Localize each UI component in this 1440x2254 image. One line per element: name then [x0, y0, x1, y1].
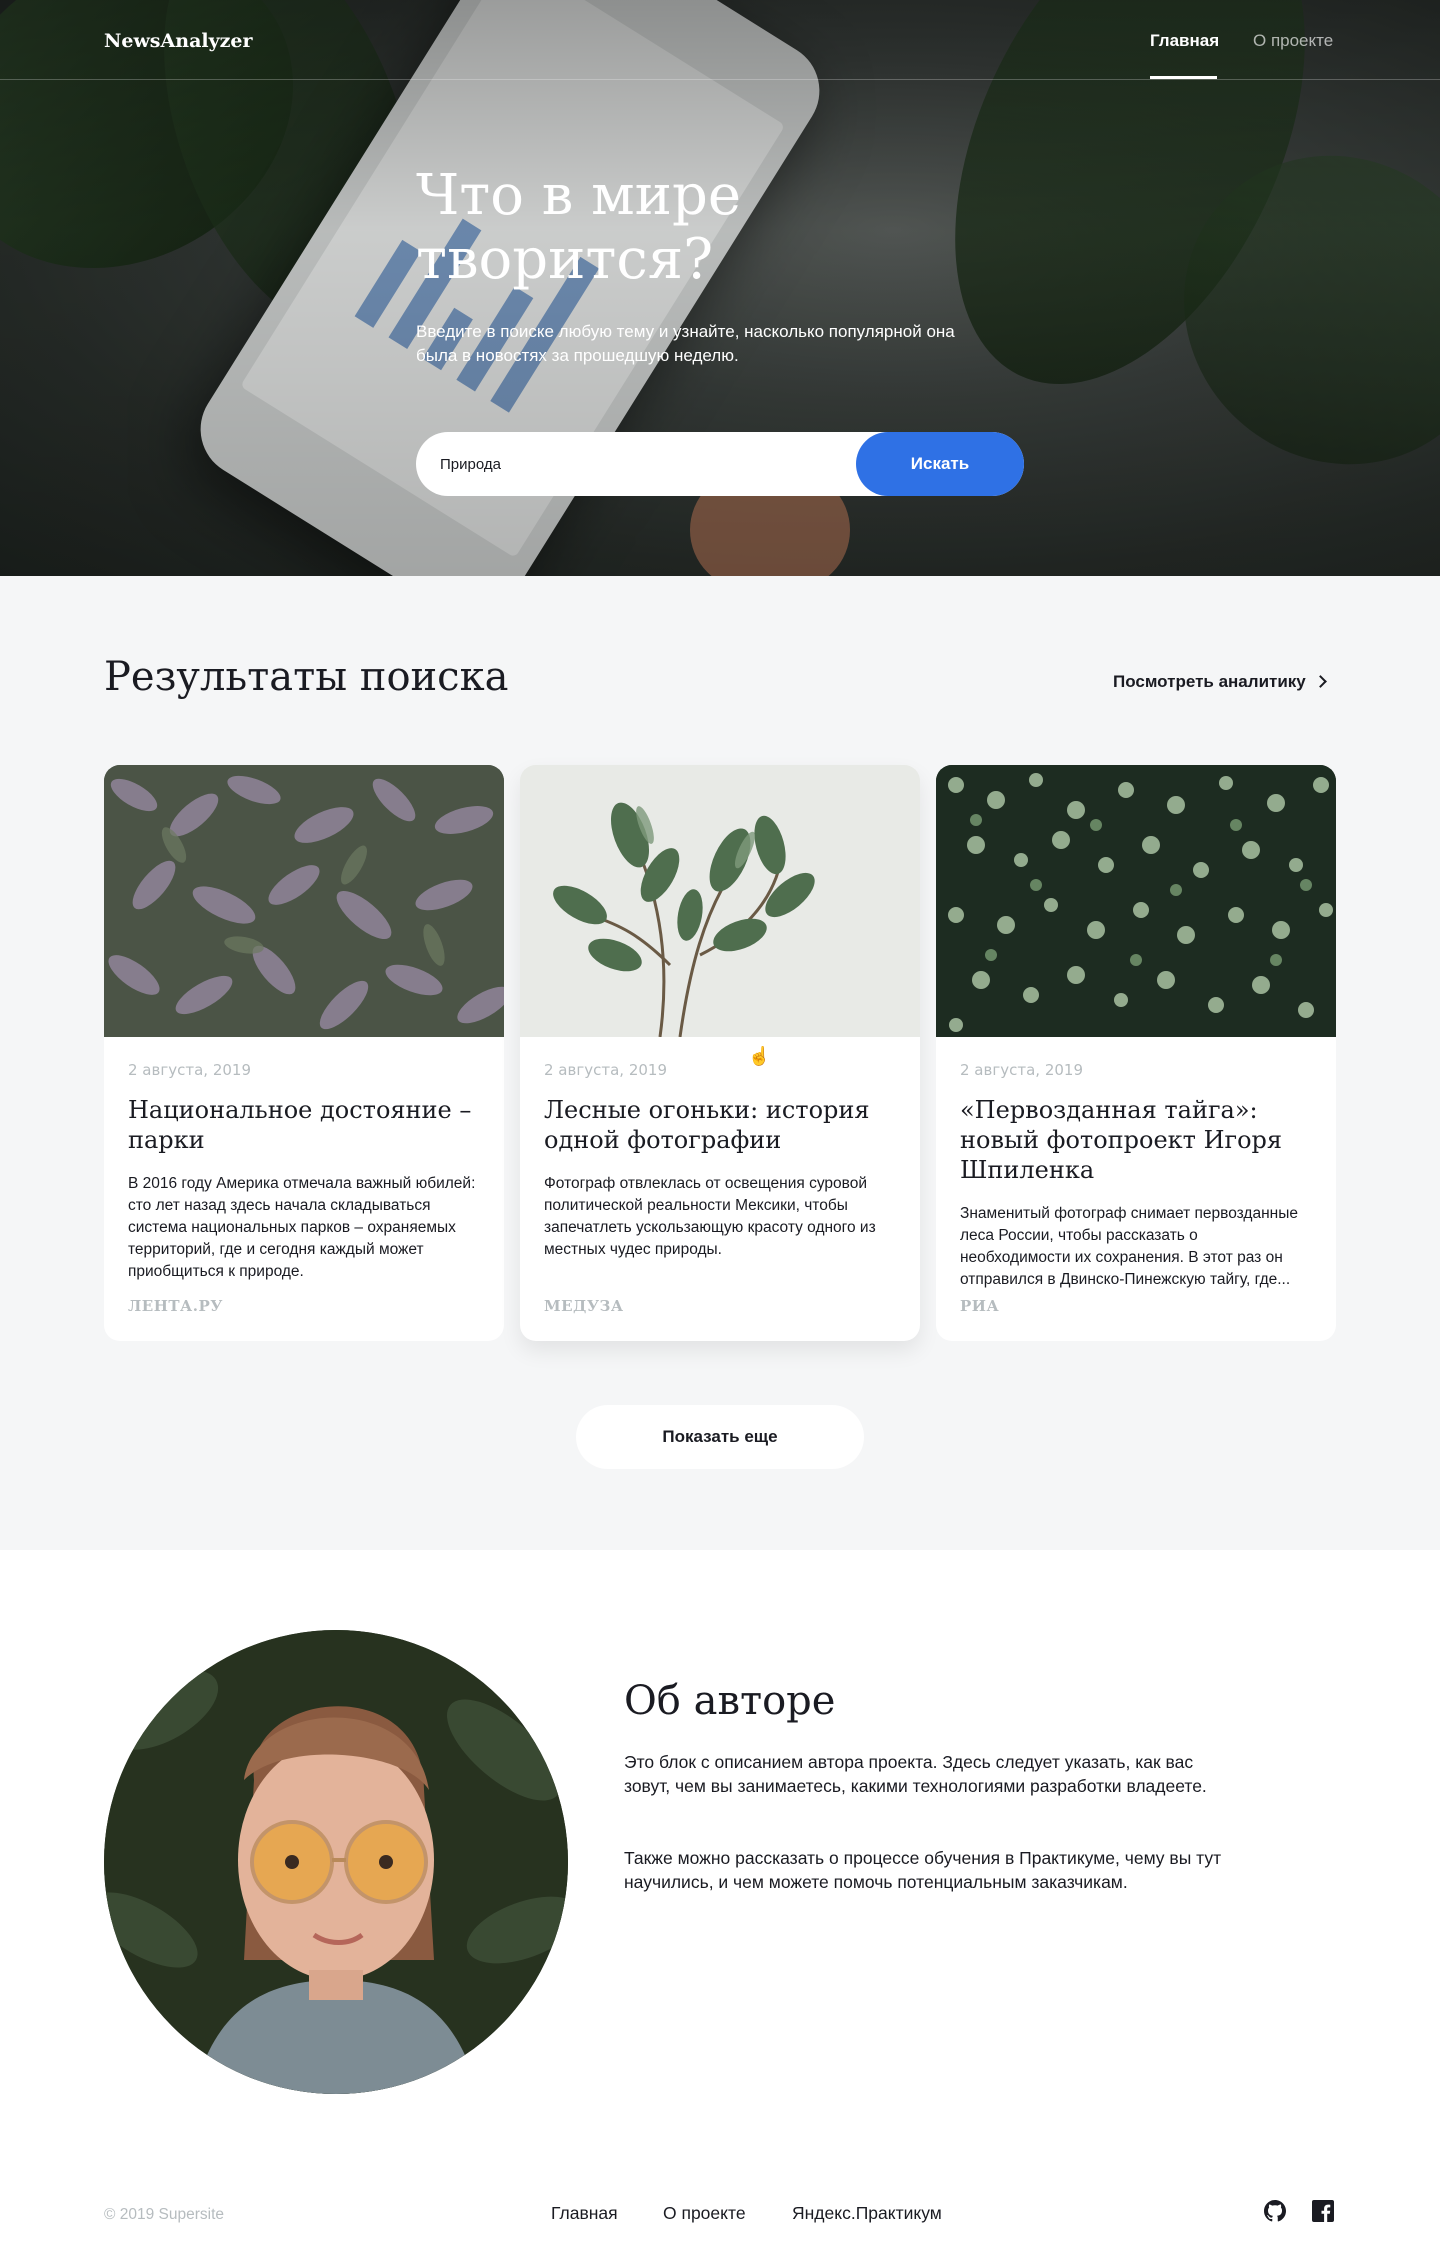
hero-title: Что в мире творится?: [416, 163, 741, 292]
nav-about-project[interactable]: О проекте: [1253, 31, 1333, 51]
card-text: В 2016 году Америка отмечала важный юбил…: [128, 1175, 476, 1280]
nav-home[interactable]: Главная: [1150, 31, 1219, 51]
site-logo[interactable]: NewsAnalyzer: [104, 30, 253, 52]
hero-subtitle: Введите в поиске любую тему и узнайте, н…: [416, 322, 955, 365]
news-card[interactable]: 2 августа, 2019 «Первозданная тайга»: но…: [936, 765, 1336, 1341]
card-date: 2 августа, 2019: [544, 1061, 667, 1079]
card-source: МЕДУЗА: [544, 1297, 624, 1315]
show-more-button[interactable]: Показать еще: [576, 1405, 864, 1469]
about-author-section: Об авторе Это блок с описанием автора пр…: [0, 1550, 1440, 2140]
card-title: «Первозданная тайга»: новый фотопроект И…: [960, 1096, 1283, 1184]
hand-cursor-icon: ☝: [748, 1046, 771, 1066]
footer-link-home[interactable]: Главная: [551, 2203, 618, 2224]
news-card[interactable]: 2 августа, 2019 Национальное достояние –…: [104, 765, 504, 1341]
card-date: 2 августа, 2019: [960, 1061, 1083, 1079]
author-avatar: [104, 1630, 568, 2094]
card-title: Лесные огоньки: история одной фотографии: [544, 1096, 870, 1154]
news-card[interactable]: 2 августа, 2019 Лесные огоньки: история …: [520, 765, 920, 1341]
nav-active-indicator: [1150, 76, 1217, 79]
footer-link-about-project[interactable]: О проекте: [663, 2203, 746, 2224]
results-title: Результаты поиска: [104, 654, 509, 700]
card-title: Национальное достояние – парки: [128, 1096, 472, 1154]
search-form: Искать: [416, 432, 1024, 496]
view-analytics-link[interactable]: Посмотреть аналитику: [1113, 672, 1327, 692]
about-title: Об авторе: [624, 1678, 836, 1724]
facebook-icon[interactable]: [1312, 2200, 1334, 2222]
footer-link-yandex-practicum[interactable]: Яндекс.Практикум: [792, 2203, 942, 2224]
search-button[interactable]: Искать: [856, 432, 1024, 496]
card-source: ЛЕНТА.РУ: [128, 1297, 223, 1315]
card-image: [936, 765, 1336, 1037]
search-results-section: Результаты поиска Посмотреть аналитику 2…: [0, 576, 1440, 1550]
hero-section: NewsAnalyzer Главная О проекте Что в мир…: [0, 0, 1440, 576]
site-footer: © 2019 Supersite Главная О проекте Яндек…: [0, 2140, 1440, 2254]
card-image: [104, 765, 504, 1037]
chevron-right-icon: [1313, 675, 1327, 688]
card-text: Фотограф отвлеклась от освещения суровой…: [544, 1175, 876, 1258]
card-source: РИА: [960, 1297, 1000, 1315]
card-text: Знаменитый фотограф снимает первозданные…: [960, 1205, 1298, 1288]
about-paragraph-2: Также можно рассказать о процессе обучен…: [624, 1848, 1222, 1892]
site-header: NewsAnalyzer Главная О проекте: [0, 0, 1440, 80]
copyright: © 2019 Supersite: [104, 2206, 224, 2223]
search-input[interactable]: [440, 432, 820, 496]
github-icon[interactable]: [1264, 2200, 1286, 2222]
view-analytics-label: Посмотреть аналитику: [1113, 672, 1306, 691]
card-date: 2 августа, 2019: [128, 1061, 251, 1079]
card-image: [520, 765, 920, 1037]
about-paragraph-1: Это блок с описанием автора проекта. Зде…: [624, 1752, 1207, 1796]
